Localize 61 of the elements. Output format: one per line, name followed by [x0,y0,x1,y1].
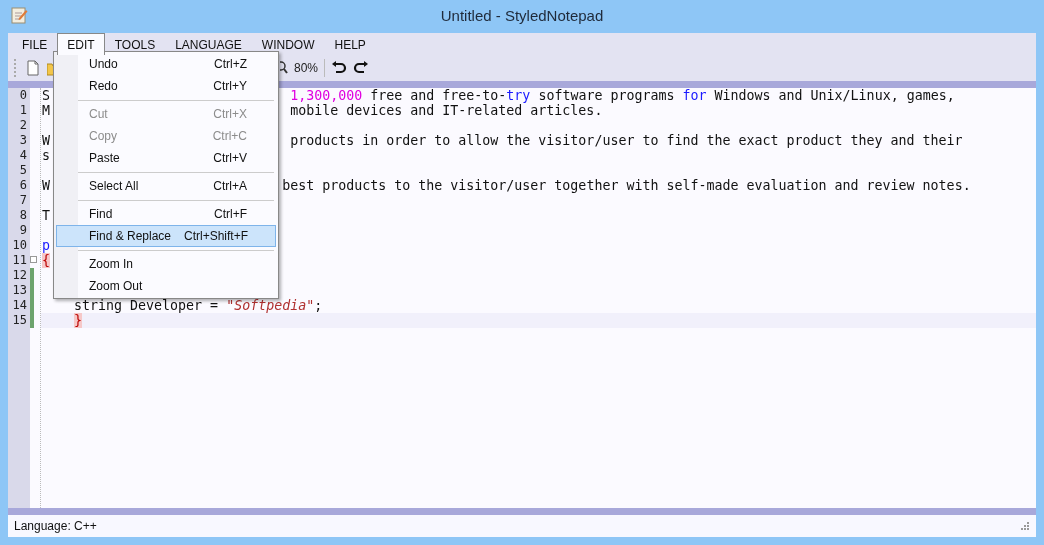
window-title: Untitled - StyledNotepad [440,7,604,24]
line-number: 3 [18,133,28,148]
line-number: 15 [11,313,28,328]
code-text: S [42,88,50,103]
notepad-icon [10,6,28,24]
line-number: 7 [18,193,28,208]
code-text: } [74,313,83,328]
code-text: Windows and Unix/Linux, games, [713,88,955,103]
code-text: T [42,208,50,223]
line-number: 10 [11,238,28,253]
menu-option[interactable]: Redo Ctrl+Y [56,75,276,97]
menu-item[interactable]: EDIT [57,33,105,55]
menu-item[interactable]: WINDOW [251,33,325,55]
menu-option[interactable]: Select All Ctrl+A [56,175,276,197]
menu-option[interactable]: Find & Replace Ctrl+Shift+F [56,225,276,247]
code-text: mobile devices and IT-related articles. [290,103,603,118]
code-text: 1,300,000 [290,88,363,103]
code-text: M [42,103,50,118]
line-number: 4 [18,148,28,163]
code-text: ; [314,298,323,313]
line-number: 14 [11,298,28,313]
line-number: 1 [18,103,28,118]
code-text: "Softpedia" [226,298,315,313]
code-text: { [42,253,50,268]
resize-grip-icon[interactable] [1020,521,1030,531]
line-number: 5 [18,163,28,178]
line-number: 2 [18,118,28,133]
line-number: 6 [18,178,28,193]
menu-item[interactable]: LANGUAGE [165,33,252,55]
code-text: try [506,88,531,103]
search-icon[interactable] [280,60,288,76]
code-text: products in order to allow the visitor/user to find the exact product they and their [290,133,963,148]
menu-item[interactable]: FILE [12,33,58,55]
code-text: p [42,238,50,253]
code-text: s [42,148,50,163]
code-text: best products to the visitor/user together with self-made evaluation and review notes. [282,178,971,193]
code-text: software programs [537,88,676,103]
line-number: 8 [18,208,28,223]
code-text: W [42,178,50,193]
code-text: string Developer = [74,298,220,313]
menu-option[interactable]: Find Ctrl+F [56,203,276,225]
line-number: 9 [18,223,28,238]
undo-icon[interactable] [331,60,348,76]
line-number: 0 [18,88,28,103]
status-text: Language: C++ [14,519,97,533]
menu-item[interactable]: HELP [324,33,376,55]
menu-option[interactable]: Undo Ctrl+Z [56,53,276,75]
line-number: 12 [11,268,28,283]
code-text: free and free-to- [369,88,507,103]
menu-item[interactable]: TOOLS [104,33,166,55]
zoom-level: 80% [294,61,319,75]
line-number: 13 [11,283,28,298]
new-file-icon[interactable] [25,60,41,76]
code-text: W [42,133,50,148]
code-text: for [682,88,707,103]
fold-icon[interactable] [30,256,37,263]
menu-option[interactable]: Zoom Out [56,275,276,297]
menu-option[interactable]: Paste Ctrl+V [56,147,276,169]
menu-option[interactable]: Zoom In [56,253,276,275]
redo-icon[interactable] [353,60,370,76]
line-number: 11 [11,253,28,268]
